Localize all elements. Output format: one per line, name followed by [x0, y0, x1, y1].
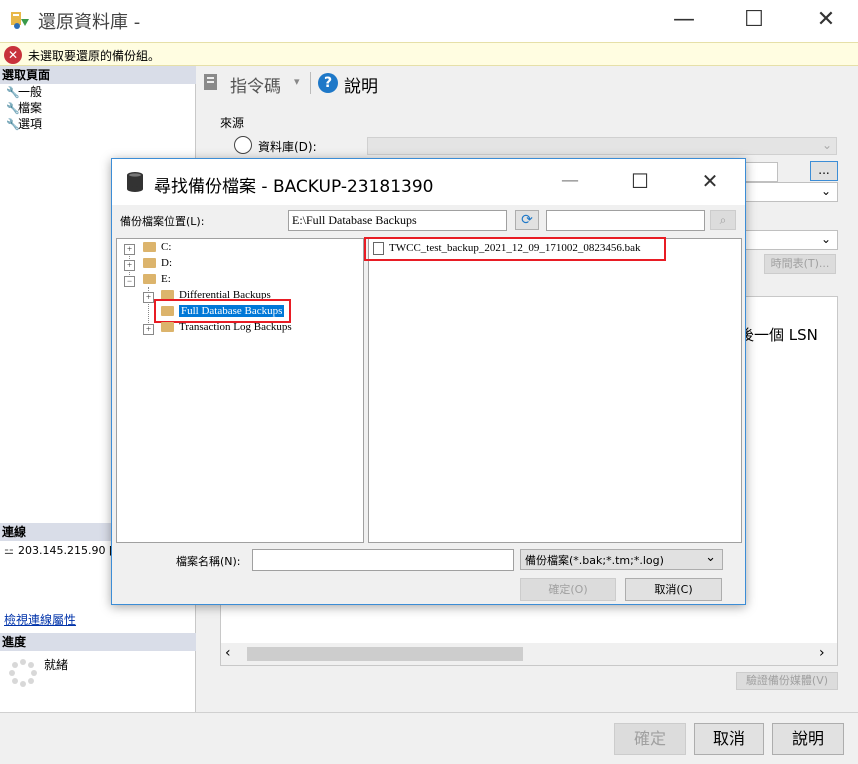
error-message: 未選取要還原的備份組。 — [28, 49, 161, 63]
sidebar-item-label: 檔案 — [18, 101, 43, 115]
maximize-button[interactable]: ☐ — [734, 6, 774, 34]
expand-d-icon[interactable]: + — [124, 260, 135, 271]
lsn-column-header: 後一個 LSN — [739, 326, 818, 344]
server-name: 203.145.215.90 [s — [18, 544, 119, 557]
file-list[interactable]: TWCC_test_backup_2021_12_09_171002_08234… — [364, 237, 742, 543]
folder-icon — [143, 274, 156, 285]
sidebar-item-general[interactable]: 🔧一般 — [6, 84, 42, 100]
chevron-down-icon: ⌄ — [820, 232, 831, 246]
file-item-name: TWCC_test_backup_2021_12_09_171002_08234… — [389, 242, 641, 255]
backup-location-label: 備份檔案位置(L): — [120, 215, 205, 228]
collapse-e-icon[interactable]: − — [124, 276, 135, 287]
timeline-button[interactable]: 時間表(T)... — [764, 254, 836, 274]
database-select[interactable]: ⌄ — [367, 137, 837, 155]
connection-server: ⚍ 203.145.215.90 [s — [4, 544, 119, 557]
dialog-ok-button[interactable]: 確定(O) — [520, 578, 616, 601]
tree-item-full-database-backups[interactable]: Full Database Backups — [161, 305, 285, 317]
script-icon — [202, 72, 222, 92]
expand-transaction-icon[interactable]: + — [143, 324, 154, 335]
database-icon — [126, 171, 144, 193]
help-button[interactable]: 說明 — [772, 723, 844, 755]
search-icon[interactable]: ⌕ — [710, 210, 736, 230]
dialog-cancel-button[interactable]: 取消(C) — [625, 578, 722, 601]
cancel-button[interactable]: 取消 — [694, 723, 764, 755]
minimize-button[interactable]: — — [664, 6, 704, 34]
chevron-down-icon: ⌄ — [705, 550, 716, 565]
file-item[interactable]: TWCC_test_backup_2021_12_09_171002_08234… — [373, 242, 640, 255]
close-button[interactable]: ✕ — [806, 6, 846, 34]
browse-device-button[interactable]: ... — [810, 161, 838, 181]
tree-item-c[interactable]: C: — [143, 241, 171, 253]
dialog-title: 尋找備份檔案 - BACKUP-23181390 — [154, 177, 434, 197]
folder-icon — [161, 322, 174, 333]
tree-item-label: E: — [161, 273, 171, 285]
tree-item-transaction-log-backups[interactable]: Transaction Log Backups — [161, 321, 292, 333]
wrench-icon: 🔧 — [6, 102, 20, 115]
wrench-icon: 🔧 — [6, 86, 20, 99]
help-toolbar-button[interactable]: 說明 — [344, 72, 378, 97]
folder-icon — [161, 306, 174, 317]
dialog-close-button[interactable]: ✕ — [690, 167, 730, 195]
scrollbar-thumb[interactable] — [247, 647, 523, 661]
device-field[interactable] — [744, 162, 778, 182]
help-icon: ? — [318, 73, 338, 93]
database-radio[interactable] — [234, 136, 252, 154]
dialog-minimize-button[interactable]: — — [550, 167, 590, 195]
backup-database-select[interactable]: ⌄ — [744, 182, 838, 202]
file-name-label: 檔案名稱(N): — [176, 555, 241, 568]
ok-button[interactable]: 確定 — [614, 723, 686, 755]
window-titlebar: 還原資料庫 - — ☐ ✕ — [0, 0, 858, 42]
file-name-input[interactable] — [252, 549, 514, 571]
expand-differential-icon[interactable]: + — [143, 292, 154, 303]
tree-item-e[interactable]: E: — [143, 273, 171, 285]
footer: 確定 取消 說明 — [0, 712, 858, 764]
tree-item-label: Transaction Log Backups — [179, 321, 292, 333]
error-icon: ✕ — [4, 46, 22, 64]
chevron-down-icon: ⌄ — [820, 184, 831, 198]
progress-spinner-icon — [8, 658, 38, 688]
folder-icon — [143, 242, 156, 253]
toolbar-divider — [310, 72, 311, 94]
script-dropdown-icon[interactable]: ▾ — [294, 75, 300, 88]
chevron-down-icon: ⌄ — [821, 138, 832, 152]
dialog-maximize-button[interactable]: ☐ — [620, 167, 660, 195]
source-label: 來源 — [220, 116, 245, 130]
locate-backup-file-dialog: 尋找備份檔案 - BACKUP-23181390 — ☐ ✕ 備份檔案位置(L)… — [111, 158, 746, 605]
folder-tree[interactable]: + C: + D: − E: + Differential Backups Fu… — [116, 238, 364, 543]
error-bar: ✕ 未選取要還原的備份組。 — [0, 42, 858, 66]
tree-item-label: D: — [161, 257, 172, 269]
scroll-left-icon[interactable]: ‹ — [225, 645, 231, 661]
file-type-value: 備份檔案(*.bak;*.tm;*.log) — [525, 554, 664, 567]
dialog-titlebar: 尋找備份檔案 - BACKUP-23181390 — ☐ ✕ — [112, 159, 745, 205]
sidebar-item-options[interactable]: 🔧選項 — [6, 116, 42, 132]
verify-backup-media-button[interactable]: 驗證備份媒體(V) — [736, 672, 838, 690]
progress-header: 進度 — [0, 633, 196, 651]
scroll-right-icon[interactable]: › — [819, 645, 825, 661]
database-radio-label: 資料庫(D): — [258, 140, 317, 154]
sidebar-item-files[interactable]: 🔧檔案 — [6, 100, 42, 116]
tree-item-label: C: — [161, 241, 172, 253]
file-type-select[interactable]: 備份檔案(*.bak;*.tm;*.log) ⌄ — [520, 549, 723, 570]
network-icon: ⚍ — [4, 544, 14, 557]
folder-icon — [143, 258, 156, 269]
tree-item-label-selected: Full Database Backups — [179, 305, 285, 317]
tree-item-d[interactable]: D: — [143, 257, 172, 269]
progress-status: 就緒 — [44, 658, 69, 672]
sidebar-item-label: 選項 — [18, 117, 43, 131]
file-icon — [373, 242, 384, 255]
restore-database-icon — [10, 10, 30, 30]
horizontal-scrollbar[interactable]: ‹ › — [221, 643, 837, 665]
select-page-header: 選取頁面 — [0, 66, 196, 84]
wrench-icon: 🔧 — [6, 118, 20, 131]
refresh-icon[interactable]: ⟳ — [515, 210, 539, 230]
script-button[interactable]: 指令碼 — [230, 72, 281, 97]
file-search-input[interactable] — [546, 210, 705, 231]
restore-to-select[interactable]: ⌄ — [744, 230, 838, 250]
expand-c-icon[interactable]: + — [124, 244, 135, 255]
sidebar-item-label: 一般 — [18, 85, 43, 99]
view-connection-properties-link[interactable]: 檢視連線屬性 — [4, 611, 76, 628]
backup-location-input[interactable]: E:\Full Database Backups — [288, 210, 507, 231]
window-title: 還原資料庫 - — [38, 12, 141, 33]
